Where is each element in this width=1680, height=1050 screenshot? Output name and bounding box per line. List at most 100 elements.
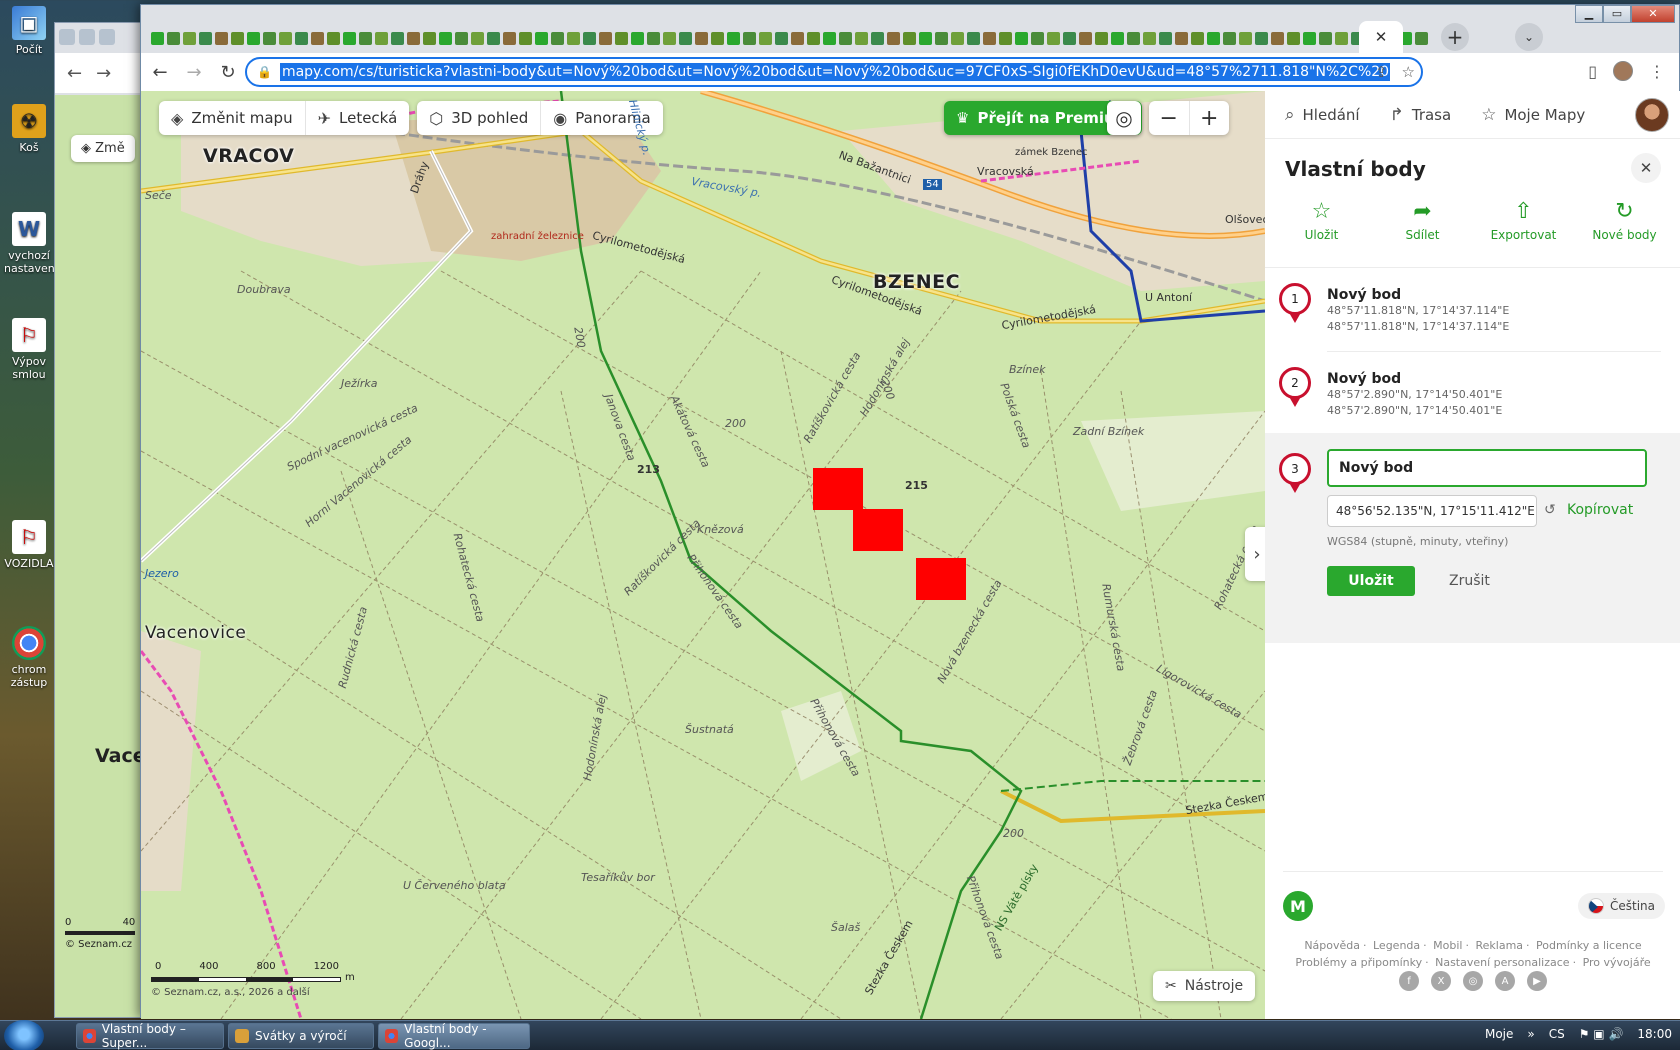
reset-icon[interactable]: ↺	[1544, 502, 1556, 518]
back-button[interactable]: ←	[145, 62, 175, 83]
tab-favicon[interactable]	[1191, 31, 1204, 45]
active-tab[interactable]: ✕	[1359, 21, 1403, 53]
tab-favicon[interactable]	[375, 31, 388, 45]
tab-favicon[interactable]	[631, 31, 644, 45]
tab-favicon[interactable]	[1159, 31, 1172, 45]
desktop-icon-vozidla[interactable]: ⚐ VOZIDLA	[4, 520, 54, 570]
tab-favicon[interactable]	[1143, 31, 1156, 45]
taskbar-item-active[interactable]: Vlastní body - Googl...	[378, 1022, 530, 1050]
share-button[interactable]: ➦ Sdílet	[1378, 199, 1468, 242]
tab-favicon[interactable]	[151, 31, 164, 45]
x-icon[interactable]: X	[1431, 971, 1451, 991]
tab-favicon[interactable]	[247, 31, 260, 45]
tab-favicon[interactable]	[1207, 31, 1220, 45]
background-browser-window[interactable]: ← → ◈ Změ Vace 0 40 © Seznam.cz	[54, 22, 144, 1018]
tab-favicon[interactable]	[935, 31, 948, 45]
tab-favicon[interactable]	[839, 31, 852, 45]
forward-arrow-icon[interactable]: →	[96, 63, 111, 84]
tab-favicon[interactable]	[823, 31, 836, 45]
save-points-button[interactable]: ☆ Uložit	[1277, 199, 1367, 242]
route-nav-button[interactable]: ↱ Trasa	[1390, 105, 1452, 125]
tab-favicon[interactable]	[663, 31, 676, 45]
forward-button[interactable]: →	[179, 62, 209, 83]
map-copyright[interactable]: © Seznam.cz, a.s., 2026 a další	[151, 987, 355, 998]
tab-favicon[interactable]	[967, 31, 980, 45]
footer-link[interactable]: Reklama	[1475, 939, 1523, 952]
tab-favicon[interactable]	[231, 31, 244, 45]
red-marker[interactable]	[853, 509, 903, 551]
tab-favicon[interactable]	[535, 31, 548, 45]
export-button[interactable]: ⇧ Exportovat	[1479, 199, 1569, 242]
red-marker[interactable]	[916, 558, 966, 600]
maximize-button[interactable]: ▭	[1603, 5, 1631, 23]
coordinate-input[interactable]: 48°56'52.135"N, 17°15'11.412"E	[1327, 495, 1537, 527]
tab-favicon[interactable]	[1415, 31, 1428, 45]
footer-link[interactable]: Pro vývojáře	[1583, 956, 1651, 969]
background-map[interactable]: ◈ Změ Vace 0 40 © Seznam.cz	[55, 95, 143, 1017]
tab-favicon[interactable]	[599, 31, 612, 45]
tab-favicon[interactable]	[215, 31, 228, 45]
tab-favicon[interactable]	[503, 31, 516, 45]
coordinate-format-hint[interactable]: WGS84 (stupně, minuty, vteřiny)	[1327, 535, 1508, 548]
menu-kebab-icon[interactable]: ⋮	[1649, 62, 1665, 81]
tab-favicon[interactable]	[1031, 31, 1044, 45]
footer-link[interactable]: Mobil	[1433, 939, 1462, 952]
tab-favicon[interactable]	[471, 31, 484, 45]
language-selector[interactable]: Čeština	[1577, 893, 1665, 919]
3d-view-button[interactable]: ⬡ 3D pohled	[417, 101, 542, 135]
start-button[interactable]	[4, 1020, 44, 1050]
desktop-icon-word-doc[interactable]: W vychozí nastaven	[4, 212, 55, 275]
tab-favicon[interactable]	[759, 31, 772, 45]
tab-favicon[interactable]	[807, 31, 820, 45]
address-bar[interactable]: 🔒 mapy.com/cs/turisticka?vlastni-body&ut…	[245, 57, 1423, 87]
tray-toolbar-label[interactable]: Moje	[1485, 1027, 1513, 1041]
aerial-button[interactable]: ✈ Letecká	[306, 101, 410, 135]
tab-favicon[interactable]	[647, 31, 660, 45]
tab-favicon[interactable]	[359, 31, 372, 45]
url-text[interactable]: mapy.com/cs/turisticka?vlastni-body&ut=N…	[279, 63, 1390, 81]
tab-favicon[interactable]	[1255, 31, 1268, 45]
lock-icon[interactable]: 🔒	[257, 65, 272, 79]
tab-favicon[interactable]	[487, 31, 500, 45]
tab-favicon[interactable]	[423, 31, 436, 45]
tab-favicon[interactable]	[887, 31, 900, 45]
tab-favicon[interactable]	[183, 31, 196, 45]
tab-favicon[interactable]	[791, 31, 804, 45]
zoom-in-button[interactable]: +	[1190, 101, 1230, 135]
tab-favicon[interactable]	[1223, 31, 1236, 45]
tab-favicon[interactable]	[519, 31, 532, 45]
tab-favicon[interactable]	[1047, 31, 1060, 45]
tab-favicon[interactable]	[679, 31, 692, 45]
tab-favicon[interactable]	[1335, 31, 1348, 45]
footer-link[interactable]: Legenda	[1373, 939, 1420, 952]
tab-favicon[interactable]	[1239, 31, 1252, 45]
footer-link[interactable]: Problémy a připomínky	[1295, 956, 1422, 969]
footer-link[interactable]: Nápověda	[1304, 939, 1360, 952]
locate-me-button[interactable]: ◎	[1107, 101, 1141, 135]
facebook-icon[interactable]: f	[1399, 971, 1419, 991]
map-canvas[interactable]: ◈ Změnit mapu ✈ Letecká ⬡ 3D pohled ◉ Panora…	[141, 91, 1265, 1019]
tab-favicon[interactable]	[583, 31, 596, 45]
tab-favicon[interactable]	[727, 31, 740, 45]
tab-favicon[interactable]	[407, 31, 420, 45]
instagram-icon[interactable]: ◎	[1463, 971, 1483, 991]
chevron-double-icon[interactable]: »	[1527, 1027, 1534, 1041]
new-tab-button[interactable]: +	[1441, 23, 1469, 51]
desktop-icon-chrome[interactable]: chrom zástup	[4, 626, 54, 689]
tab-favicon[interactable]	[263, 31, 276, 45]
profile-avatar[interactable]	[1613, 61, 1633, 81]
tab-favicon[interactable]	[919, 31, 932, 45]
close-window-button[interactable]: ✕	[1631, 5, 1675, 23]
clock[interactable]: 18:00	[1637, 1027, 1672, 1041]
tab-favicon[interactable]	[551, 31, 564, 45]
google-play-icon[interactable]: ▶	[1527, 971, 1547, 991]
tab-favicon[interactable]	[1063, 31, 1076, 45]
tab-favicon[interactable]	[695, 31, 708, 45]
tab-favicon[interactable]	[775, 31, 788, 45]
tab-favicon[interactable]	[311, 31, 324, 45]
search-nav-button[interactable]: ⌕ Hledání	[1285, 105, 1360, 125]
user-avatar[interactable]	[1635, 98, 1669, 132]
point-list-item[interactable]: 1 Nový bod 48°57'11.818"N, 17°14'37.114"…	[1265, 269, 1680, 351]
tabstrip[interactable]	[151, 23, 1429, 53]
desktop-icon-pdf[interactable]: ⚐ Výpov smlou	[4, 318, 54, 381]
